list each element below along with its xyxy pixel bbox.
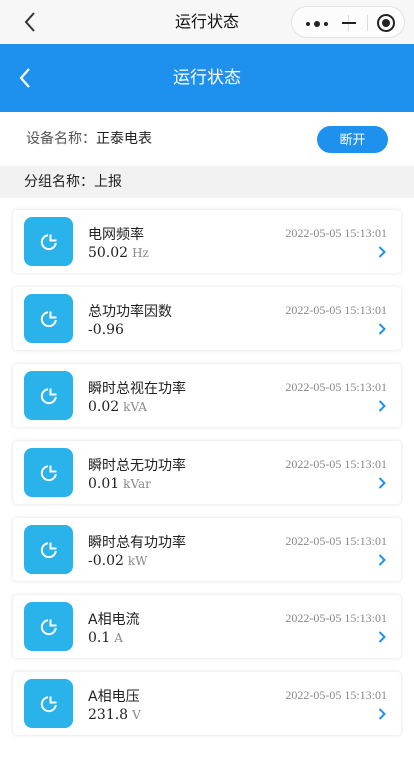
disconnect-button[interactable]: 断开 <box>317 126 388 153</box>
item-name: A相电流 <box>88 612 140 628</box>
item-value-line: -0.96 <box>88 322 128 338</box>
pie-chart-icon <box>24 448 73 497</box>
group-row: 分组名称：上报 <box>0 166 414 198</box>
item-name: A相电压 <box>88 689 140 705</box>
item-value: -0.96 <box>88 322 124 338</box>
item-name: 电网频率 <box>88 227 144 243</box>
group-label: 分组名称： <box>24 174 94 190</box>
item-value: 0.01 <box>88 476 120 492</box>
item-timestamp: 2022-05-05 15:13:01 <box>285 688 387 702</box>
capsule-menu <box>291 6 405 38</box>
list-item[interactable]: A相电流 0.1 A 2022-05-05 15:13:01 <box>13 595 401 658</box>
app-header: 运行状态 <box>0 44 414 112</box>
item-name: 瞬时总无功功率 <box>88 458 186 474</box>
minimize-icon[interactable] <box>342 22 356 24</box>
item-unit: kVA <box>123 400 147 414</box>
list-item[interactable]: 总功功率因数 -0.96 2022-05-05 15:13:01 <box>13 287 401 350</box>
pie-chart-icon <box>24 679 73 728</box>
chevron-right-icon[interactable] <box>377 399 387 413</box>
item-value-line: 0.02 kVA <box>88 399 147 415</box>
list-item[interactable]: 瞬时总无功功率 0.01 kVar 2022-05-05 15:13:01 <box>13 441 401 504</box>
group-info: 分组名称：上报 <box>24 166 122 198</box>
item-value-line: -0.02 kW <box>88 553 148 569</box>
chevron-right-icon[interactable] <box>377 707 387 721</box>
item-unit: A <box>114 631 123 645</box>
item-value: -0.02 <box>88 553 124 569</box>
list-item[interactable]: 瞬时总有功功率 -0.02 kW 2022-05-05 15:13:01 <box>13 518 401 581</box>
pie-chart-icon <box>24 525 73 574</box>
item-value-line: 50.02 Hz <box>88 245 149 261</box>
item-name: 瞬时总有功功率 <box>88 535 186 551</box>
pie-chart-icon <box>24 294 73 343</box>
chevron-right-icon[interactable] <box>377 245 387 259</box>
pie-chart-icon <box>24 217 73 266</box>
item-name: 总功功率因数 <box>88 304 172 320</box>
device-info: 设备名称：正泰电表 <box>26 112 152 166</box>
item-value-line: 0.01 kVar <box>88 476 151 492</box>
more-dots-icon[interactable] <box>306 21 328 27</box>
item-value: 231.8 <box>88 707 129 723</box>
wechat-nav-bar: 运行状态 <box>0 0 414 44</box>
pie-chart-icon <box>24 371 73 420</box>
chevron-right-icon[interactable] <box>377 630 387 644</box>
list-item[interactable]: A相电压 231.8 V 2022-05-05 15:13:01 <box>13 672 401 735</box>
item-timestamp: 2022-05-05 15:13:01 <box>285 226 387 240</box>
item-unit: kW <box>127 554 148 568</box>
item-timestamp: 2022-05-05 15:13:01 <box>285 303 387 317</box>
item-timestamp: 2022-05-05 15:13:01 <box>285 611 387 625</box>
group-name: 上报 <box>94 174 122 190</box>
item-name: 瞬时总视在功率 <box>88 381 186 397</box>
item-value: 50.02 <box>88 245 129 261</box>
chevron-right-icon[interactable] <box>377 322 387 336</box>
close-target-icon[interactable] <box>377 14 395 32</box>
capsule-divider <box>367 15 368 31</box>
item-timestamp: 2022-05-05 15:13:01 <box>285 457 387 471</box>
item-unit: V <box>132 708 141 722</box>
item-value: 0.02 <box>88 399 120 415</box>
list-item[interactable]: 电网频率 50.02 Hz 2022-05-05 15:13:01 <box>13 210 401 273</box>
chevron-right-icon[interactable] <box>377 553 387 567</box>
item-timestamp: 2022-05-05 15:13:01 <box>285 534 387 548</box>
list-item[interactable]: 瞬时总视在功率 0.02 kVA 2022-05-05 15:13:01 <box>13 364 401 427</box>
chevron-right-icon[interactable] <box>377 476 387 490</box>
pie-chart-icon <box>24 602 73 651</box>
item-value-line: 231.8 V <box>88 707 141 723</box>
device-label: 设备名称： <box>26 131 96 147</box>
item-value: 0.1 <box>88 630 111 646</box>
item-unit: kVar <box>123 477 151 491</box>
page-title: 运行状态 <box>173 68 241 88</box>
device-name: 正泰电表 <box>96 131 152 147</box>
item-unit: Hz <box>132 246 149 260</box>
item-timestamp: 2022-05-05 15:13:01 <box>285 380 387 394</box>
item-value-line: 0.1 A <box>88 630 123 646</box>
